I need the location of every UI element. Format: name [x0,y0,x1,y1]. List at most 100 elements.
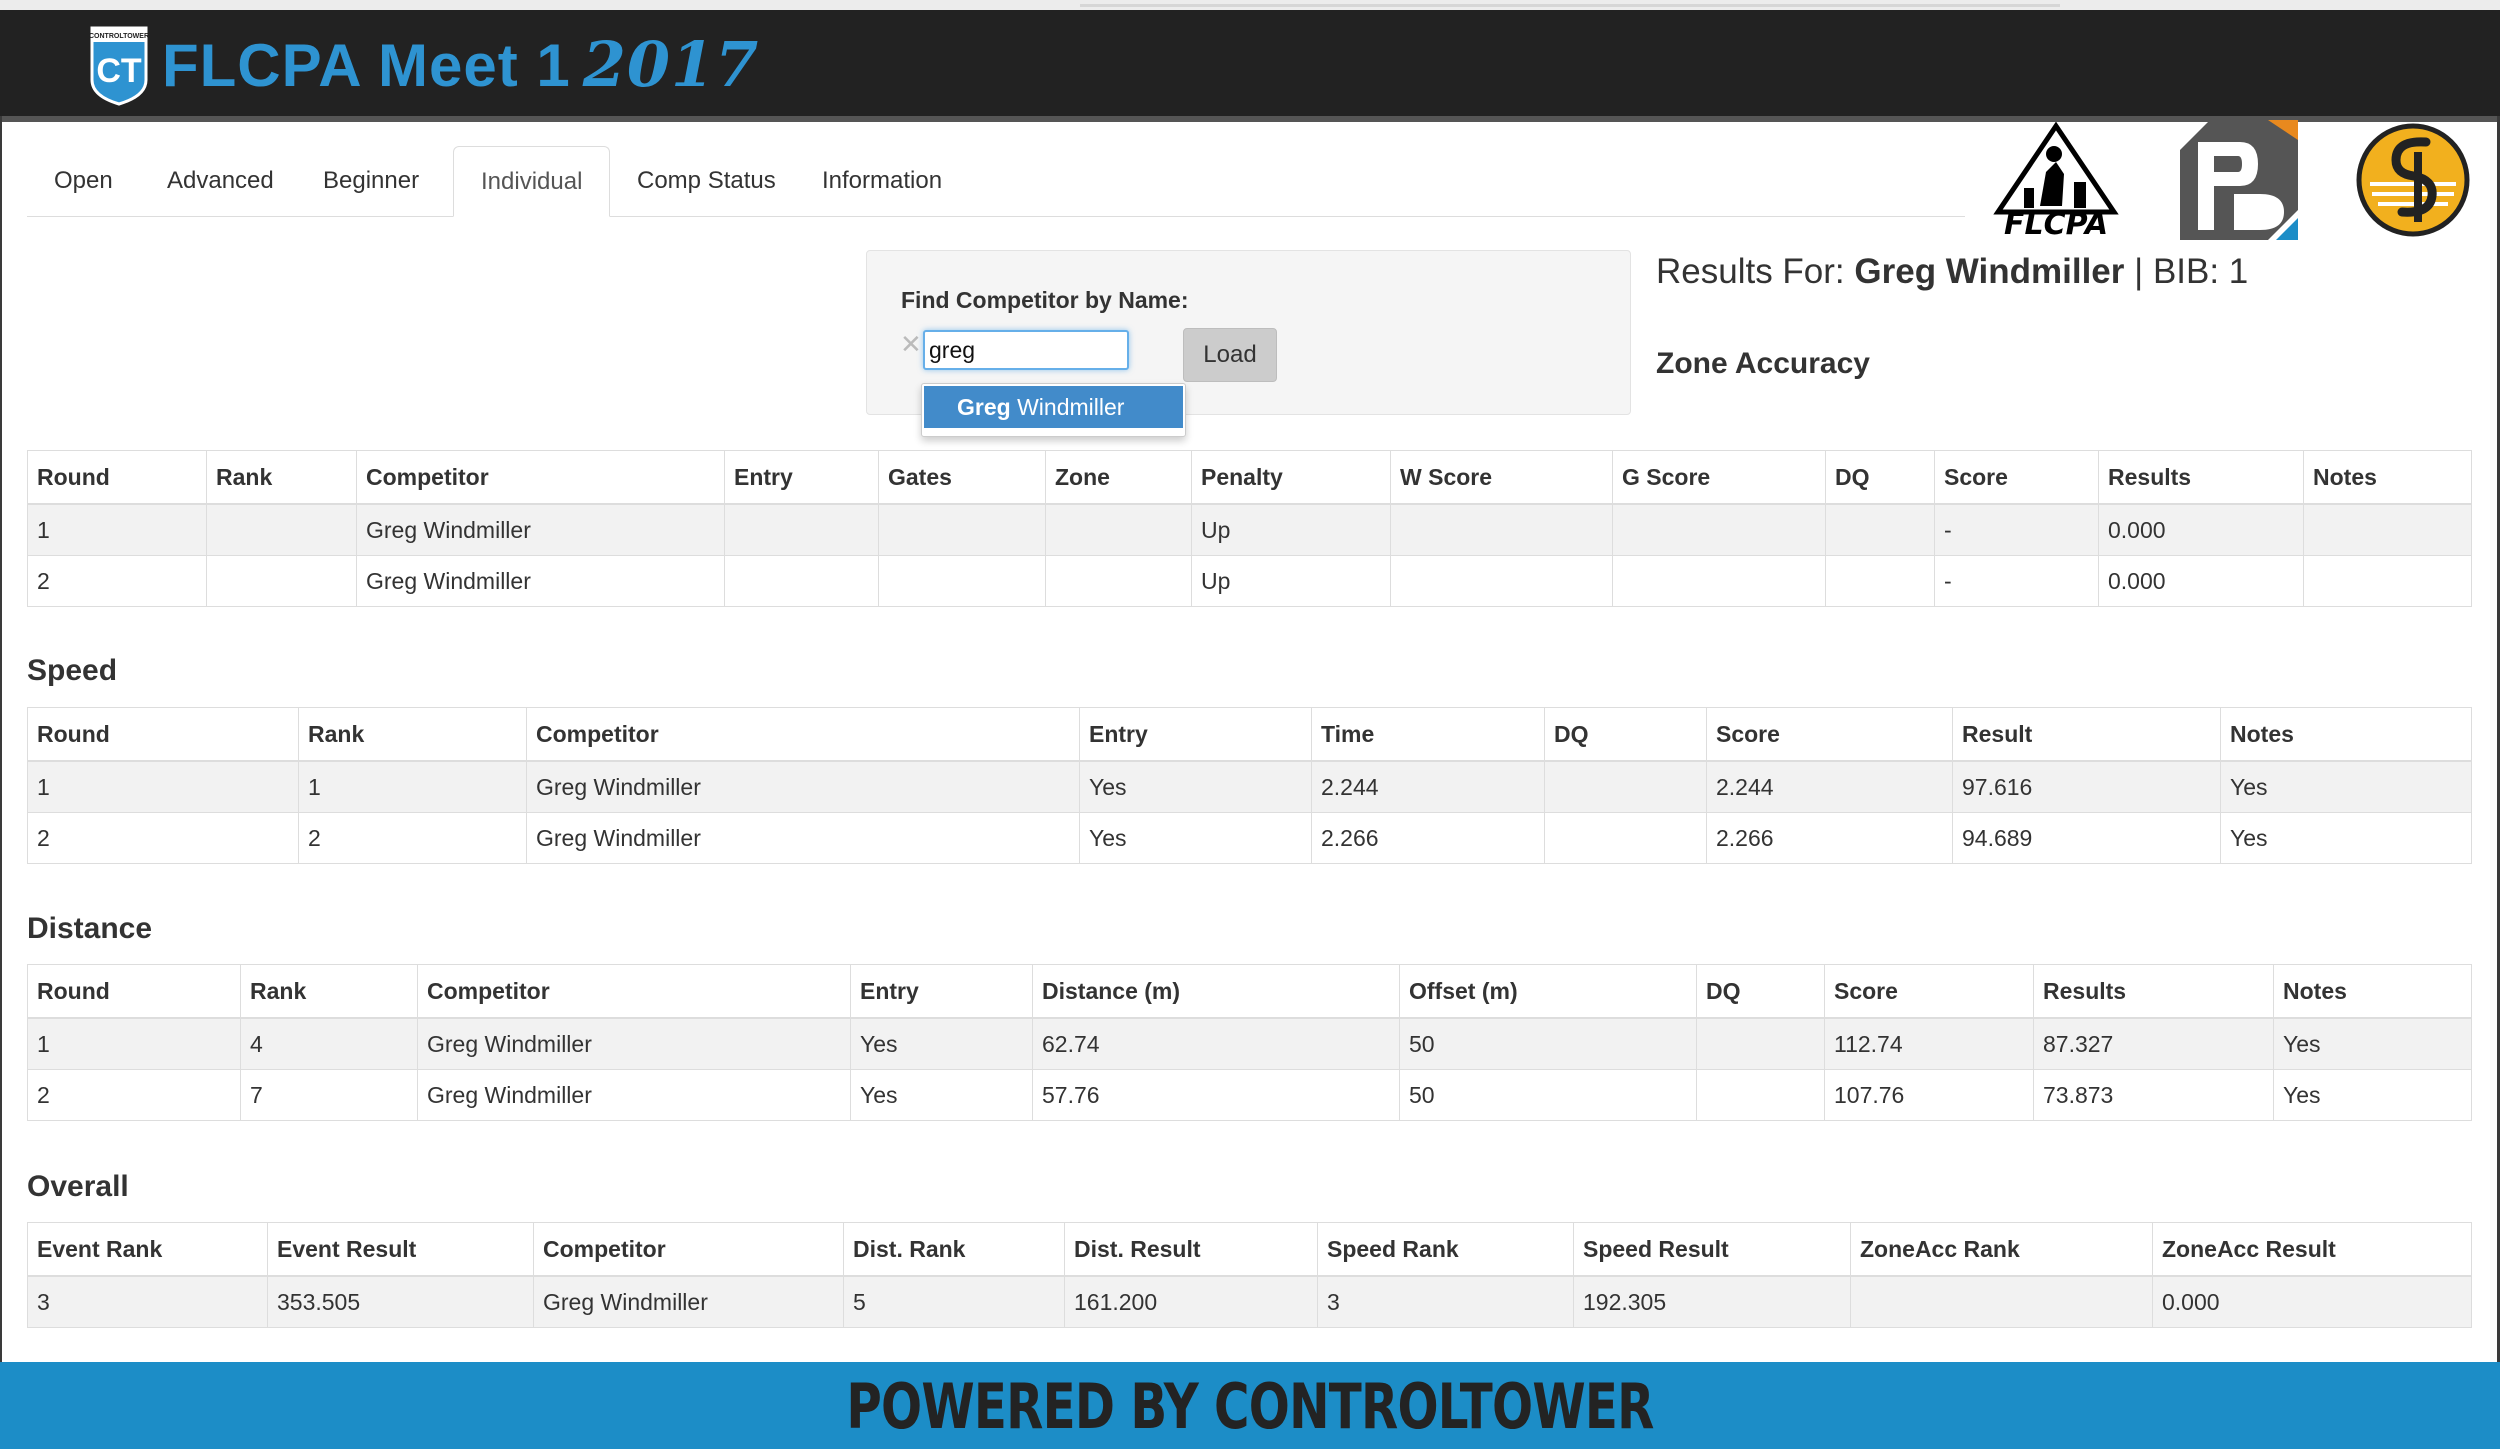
table-cell: 2.244 [1311,760,1545,813]
table-cell: 192.305 [1573,1275,1851,1328]
table-header-row: Round Rank Competitor Entry Distance (m)… [27,964,2472,1019]
column-header[interactable]: Score [1934,450,2099,505]
column-header[interactable]: Competitor [356,450,725,505]
table-cell: 2 [27,812,299,864]
column-header[interactable]: Competitor [526,707,1080,762]
column-header[interactable]: DQ [1696,964,1825,1019]
column-header[interactable]: Results [2033,964,2274,1019]
column-header[interactable]: DQ [1544,707,1707,762]
column-header[interactable]: DQ [1825,450,1935,505]
speed-title: Speed [27,654,118,687]
column-header[interactable]: Zone [1045,450,1192,505]
column-header[interactable]: Time [1311,707,1545,762]
column-header[interactable]: Competitor [533,1222,844,1277]
table-cell: 1 [27,1017,241,1070]
table-cell: 3 [27,1275,268,1328]
column-header[interactable]: Competitor [417,964,851,1019]
tab-advanced[interactable]: Advanced [140,146,301,216]
table-cell: 0.000 [2098,503,2304,556]
table-row: 1 Greg Windmiller Up - 0.000 [27,503,2472,556]
table-cell: Greg Windmiller [526,760,1080,813]
table-cell: Greg Windmiller [533,1275,844,1328]
table-cell: 0.000 [2098,555,2304,607]
column-header[interactable]: Entry [850,964,1033,1019]
column-header[interactable]: Speed Result [1573,1222,1851,1277]
table-cell: 107.76 [1824,1069,2034,1121]
table-cell: 2 [27,555,207,607]
table-cell: 2.244 [1706,760,1953,813]
column-header[interactable]: Event Rank [27,1222,268,1277]
table-cell [878,503,1046,556]
tab-comp-status[interactable]: Comp Status [610,146,803,216]
table-cell: - [1934,555,2099,607]
column-header[interactable]: Result [1952,707,2221,762]
column-header[interactable]: Notes [2273,964,2472,1019]
table-cell [1045,555,1192,607]
column-header[interactable]: W Score [1390,450,1613,505]
column-header[interactable]: Round [27,964,241,1019]
table-row: 2 2 Greg Windmiller Yes 2.266 2.266 94.6… [27,812,2472,864]
column-header[interactable]: Notes [2220,707,2472,762]
powered-by-text: POWERED BY CONTROLTOWER [846,1370,1654,1443]
frame-left-border [0,116,2,1362]
table-cell: 97.616 [1952,760,2221,813]
tab-beginner[interactable]: Beginner [296,146,446,216]
column-header[interactable]: Penalty [1191,450,1391,505]
column-header[interactable]: Speed Rank [1317,1222,1574,1277]
table-cell: 353.505 [267,1275,534,1328]
competitor-search-input[interactable] [923,330,1129,370]
table-cell [2303,555,2472,607]
table-row: 1 1 Greg Windmiller Yes 2.244 2.244 97.6… [27,760,2472,813]
column-header[interactable]: Score [1824,964,2034,1019]
column-header[interactable]: Round [27,450,207,505]
tab-open[interactable]: Open [27,146,140,216]
table-cell: 50 [1399,1017,1697,1070]
load-button[interactable]: Load [1183,328,1277,382]
footer-bar: POWERED BY CONTROLTOWER [0,1362,2500,1449]
autocomplete-item[interactable]: Greg Windmiller [924,386,1183,428]
table-cell [724,503,879,556]
logo-text: CONTROLTOWER [89,33,149,40]
table-cell [1825,555,1935,607]
column-header[interactable]: Event Result [267,1222,534,1277]
column-header[interactable]: Results [2098,450,2304,505]
column-header[interactable]: ZoneAcc Result [2152,1222,2472,1277]
column-header[interactable]: Entry [724,450,879,505]
column-header[interactable]: Dist. Rank [843,1222,1065,1277]
overall-table: Event Rank Event Result Competitor Dist.… [27,1222,2472,1328]
column-header[interactable]: Round [27,707,299,762]
column-header[interactable]: Score [1706,707,1953,762]
tab-individual[interactable]: Individual [453,146,611,217]
clear-icon[interactable]: ✕ [900,329,922,360]
column-header[interactable]: G Score [1612,450,1826,505]
column-header[interactable]: Notes [2303,450,2472,505]
table-cell: Yes [2273,1017,2472,1070]
column-header[interactable]: Dist. Result [1064,1222,1318,1277]
table-row: 2 7 Greg Windmiller Yes 57.76 50 107.76 … [27,1069,2472,1121]
column-header[interactable]: Offset (m) [1399,964,1697,1019]
table-cell: 62.74 [1032,1017,1400,1070]
table-cell [1544,760,1707,813]
column-header[interactable]: Gates [878,450,1046,505]
table-cell [1390,555,1613,607]
table-cell: Greg Windmiller [526,812,1080,864]
table-header-row: Event Rank Event Result Competitor Dist.… [27,1222,2472,1277]
speed-table: Round Rank Competitor Entry Time DQ Scor… [27,707,2472,864]
column-header[interactable]: ZoneAcc Rank [1850,1222,2153,1277]
column-header[interactable]: Rank [240,964,418,1019]
table-cell: - [1934,503,2099,556]
table-cell: 1 [27,503,207,556]
column-header[interactable]: Distance (m) [1032,964,1400,1019]
column-header[interactable]: Rank [298,707,527,762]
table-cell: 50 [1399,1069,1697,1121]
tab-information[interactable]: Information [795,146,969,216]
table-cell: Yes [850,1017,1033,1070]
table-row: 3 353.505 Greg Windmiller 5 161.200 3 19… [27,1275,2472,1328]
table-cell [1696,1069,1825,1121]
app-header: CONTROLTOWER CT FLCPA Meet 1 2017 [0,10,2500,122]
column-header[interactable]: Entry [1079,707,1312,762]
table-cell: 1 [27,760,299,813]
controltower-shield-icon[interactable]: CONTROLTOWER CT [88,24,150,106]
table-cell [878,555,1046,607]
column-header[interactable]: Rank [206,450,357,505]
